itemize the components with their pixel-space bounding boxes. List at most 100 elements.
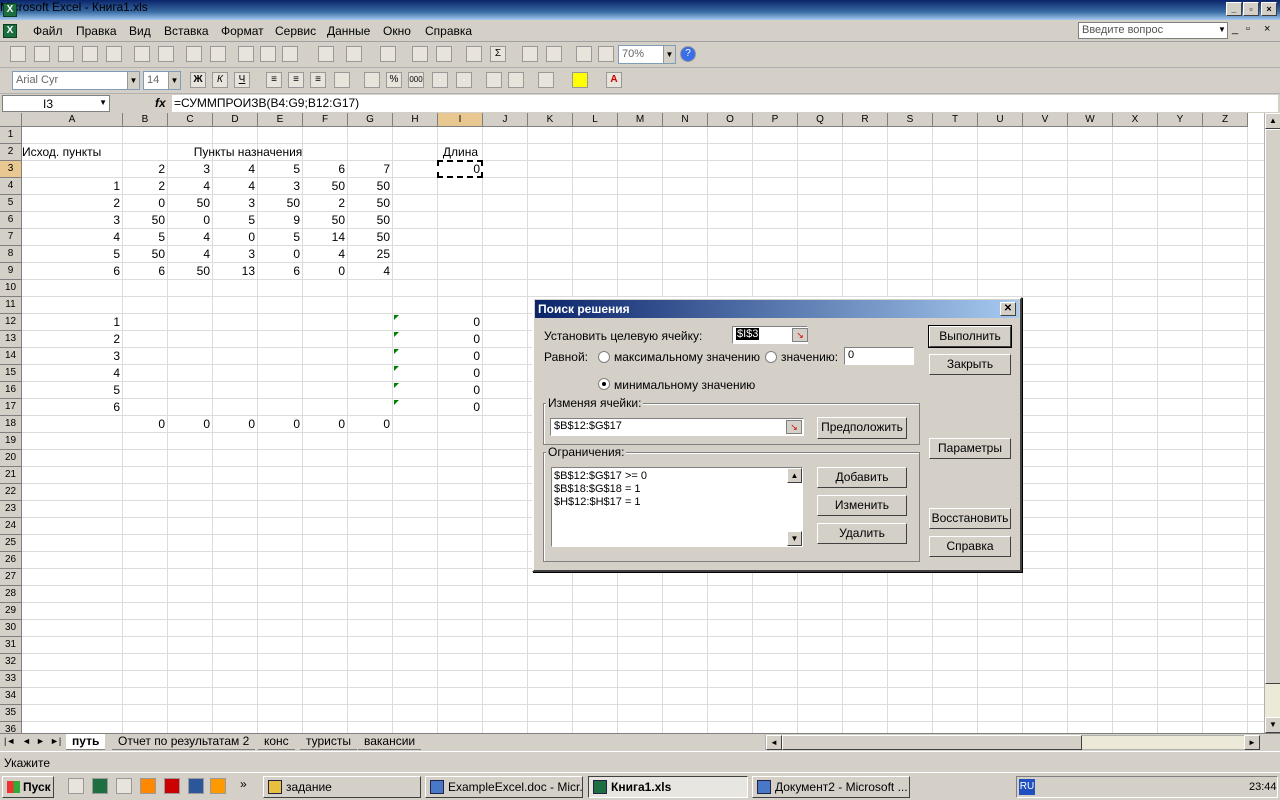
cell[interactable]: 14 <box>303 229 348 246</box>
sort-desc-icon[interactable] <box>546 46 562 62</box>
constraint-item[interactable]: $B$12:$G$17 >= 0 <box>554 470 800 483</box>
sheet-tab-vakansii[interactable]: вакансии <box>358 734 422 750</box>
cell[interactable]: 0 <box>258 416 303 433</box>
row-header[interactable]: 24 <box>0 518 22 535</box>
word-quick-icon[interactable] <box>188 778 204 794</box>
column-header[interactable]: G <box>348 113 393 127</box>
row-header[interactable]: 2 <box>0 144 22 161</box>
row-header[interactable]: 34 <box>0 688 22 705</box>
scroll-up-button[interactable]: ▲ <box>787 468 802 483</box>
start-button[interactable]: Пуск <box>2 776 54 798</box>
scroll-right-button[interactable]: ► <box>1244 735 1260 750</box>
column-header[interactable]: U <box>978 113 1023 127</box>
cell[interactable]: 4 <box>168 229 213 246</box>
cell-label[interactable]: Длина <box>438 144 483 161</box>
menu-insert[interactable]: Вставка <box>164 24 209 38</box>
row-header[interactable]: 12 <box>0 314 22 331</box>
cell[interactable]: 4 <box>348 263 393 280</box>
align-left-icon[interactable]: ≡ <box>266 72 282 88</box>
column-header[interactable]: T <box>933 113 978 127</box>
row-header[interactable]: 18 <box>0 416 22 433</box>
outdent-icon[interactable] <box>486 72 502 88</box>
change-button[interactable]: Изменить <box>817 495 907 516</box>
column-header[interactable]: R <box>843 113 888 127</box>
column-header[interactable]: K <box>528 113 573 127</box>
scroll-up-button[interactable]: ▲ <box>1265 113 1280 129</box>
row-header[interactable]: 30 <box>0 620 22 637</box>
menu-format[interactable]: Формат <box>221 24 264 38</box>
row-header[interactable]: 19 <box>0 433 22 450</box>
row-header[interactable]: 29 <box>0 603 22 620</box>
fx-icon[interactable]: fx <box>155 96 166 110</box>
undo-icon[interactable] <box>346 46 362 62</box>
cell[interactable]: 3 <box>213 246 258 263</box>
cell[interactable]: 0 <box>213 229 258 246</box>
row-header[interactable]: 6 <box>0 212 22 229</box>
row-header[interactable]: 15 <box>0 365 22 382</box>
cell-label[interactable]: Пункты назначения <box>158 144 338 161</box>
row-header[interactable]: 10 <box>0 280 22 297</box>
cell[interactable]: 6 <box>258 263 303 280</box>
column-header[interactable]: W <box>1068 113 1113 127</box>
min-radio[interactable] <box>598 378 610 390</box>
cell[interactable]: 5 <box>22 382 123 399</box>
cell[interactable]: 0 <box>123 195 168 212</box>
font-color-icon[interactable]: A <box>606 72 622 88</box>
hscroll-thumb[interactable] <box>782 735 1082 750</box>
cell[interactable]: 0 <box>438 365 483 382</box>
row-header[interactable]: 1 <box>0 127 22 144</box>
cell[interactable]: 5 <box>123 229 168 246</box>
cell[interactable]: 0 <box>438 348 483 365</box>
inc-decimal-icon[interactable] <box>432 72 448 88</box>
column-header[interactable]: X <box>1113 113 1158 127</box>
cell[interactable]: 2 <box>123 161 168 178</box>
cell[interactable]: 6 <box>22 399 123 416</box>
sigma-icon[interactable]: Σ <box>490 46 506 62</box>
open-icon[interactable] <box>34 46 50 62</box>
row-header[interactable]: 5 <box>0 195 22 212</box>
cell[interactable]: 50 <box>123 212 168 229</box>
format-painter-icon[interactable] <box>318 46 334 62</box>
task-kniga1[interactable]: Книга1.xls <box>588 776 748 798</box>
cell[interactable]: 50 <box>303 178 348 195</box>
task-dokument2[interactable]: Документ2 - Microsoft ... <box>752 776 910 798</box>
cell[interactable]: 50 <box>348 229 393 246</box>
doc-minimize-button[interactable]: _ <box>1232 23 1238 35</box>
row-header[interactable]: 21 <box>0 467 22 484</box>
cell[interactable]: 0 <box>303 263 348 280</box>
row-header[interactable]: 7 <box>0 229 22 246</box>
sheet-tab-put[interactable]: путь <box>66 734 106 750</box>
guess-button[interactable]: Предположить <box>817 417 907 439</box>
cell[interactable]: 50 <box>168 195 213 212</box>
doc-restore-button[interactable]: ▫ <box>1246 23 1250 35</box>
cell[interactable]: 50 <box>348 212 393 229</box>
cell[interactable]: 0 <box>123 416 168 433</box>
max-radio[interactable] <box>598 351 610 363</box>
cell[interactable]: 0 <box>303 416 348 433</box>
cell[interactable]: 2 <box>22 195 123 212</box>
row-header[interactable]: 11 <box>0 297 22 314</box>
constraint-item[interactable]: $B$18:$G$18 = 1 <box>554 483 800 496</box>
column-header[interactable]: N <box>663 113 708 127</box>
changing-cells-input[interactable]: $B$12:$G$17 <box>550 418 804 436</box>
cell[interactable]: 0 <box>348 416 393 433</box>
row-header[interactable]: 23 <box>0 501 22 518</box>
menu-edit[interactable]: Правка <box>76 24 117 38</box>
next-sheet-icon[interactable]: ► <box>36 736 45 746</box>
solve-button[interactable]: Выполнить <box>928 325 1012 348</box>
hyperlink2-icon[interactable] <box>436 46 452 62</box>
cell[interactable]: 50 <box>168 263 213 280</box>
row-header[interactable]: 3 <box>0 161 22 178</box>
cell[interactable]: 5 <box>213 212 258 229</box>
column-header[interactable]: B <box>123 113 168 127</box>
cell[interactable]: 3 <box>213 195 258 212</box>
scroll-thumb[interactable] <box>1265 129 1280 684</box>
row-header[interactable]: 13 <box>0 331 22 348</box>
minimize-button[interactable]: _ <box>1226 2 1242 16</box>
underline-icon[interactable]: Ч <box>234 72 250 88</box>
zoom-select[interactable]: 70% ▼ <box>618 45 676 64</box>
save-icon[interactable] <box>58 46 74 62</box>
constraints-scrollbar[interactable]: ▲ ▼ <box>787 468 802 546</box>
row-header[interactable]: 31 <box>0 637 22 654</box>
sort-asc-icon[interactable] <box>522 46 538 62</box>
